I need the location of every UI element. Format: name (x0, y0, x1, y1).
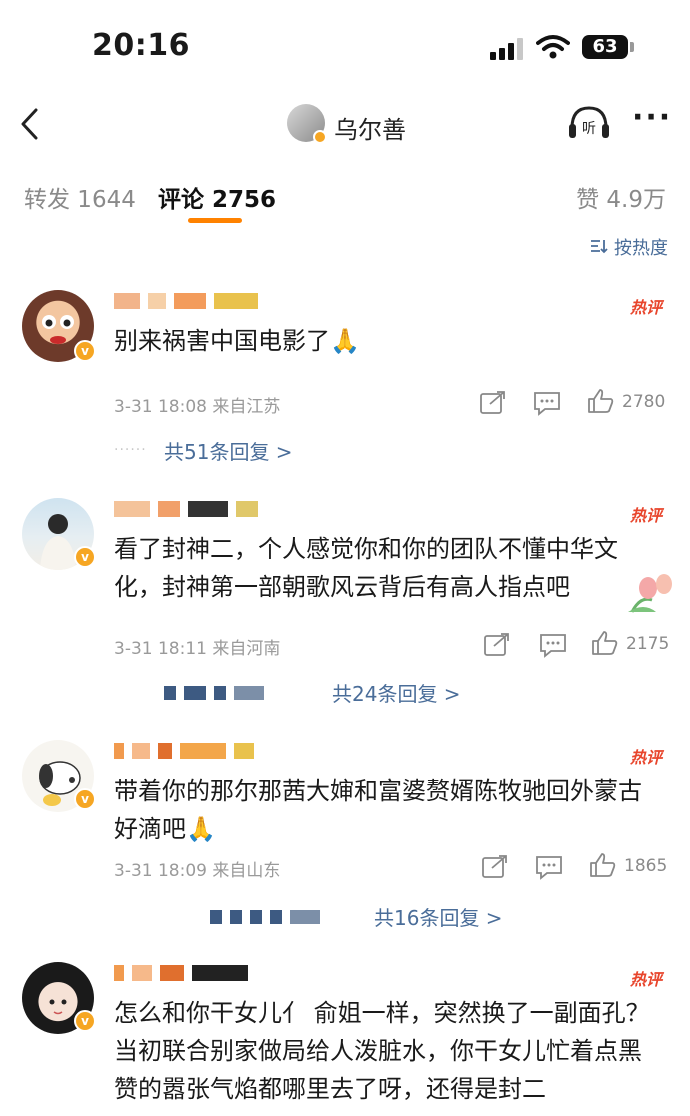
author-name[interactable]: 乌尔善 (334, 110, 406, 145)
comment-meta: 3-31 18:09 来自山东 (114, 856, 280, 881)
sort-button[interactable]: 按热度 (590, 234, 668, 260)
tab-like[interactable]: 赞 4.9万 (576, 180, 666, 214)
hot-comment-badge: 热评 (629, 298, 662, 317)
like-count: 2175 (626, 634, 670, 654)
comment-time: 3-31 18:08 (114, 397, 207, 417)
status-bar: 20:16 63 (0, 0, 690, 96)
author-avatar[interactable] (287, 104, 327, 144)
like-thumb-icon[interactable] (586, 388, 616, 414)
verified-badge-icon: v (74, 1010, 96, 1032)
status-time: 20:16 (92, 28, 190, 63)
comment-time: 3-31 18:09 (114, 861, 207, 881)
reply-separator: ······ (114, 442, 147, 458)
sort-icon (591, 240, 608, 254)
battery-tip (630, 42, 634, 52)
comment-time: 3-31 18:11 (114, 639, 207, 659)
comment-location: 来自江苏 (212, 397, 281, 417)
comment-meta: 3-31 18:08 来自江苏 (114, 392, 280, 417)
listen-headphones-icon[interactable]: 听 (566, 102, 612, 142)
reply-user-avatars-redacted (210, 906, 328, 926)
like-thumb-icon[interactable] (590, 630, 620, 656)
share-icon[interactable] (482, 632, 512, 658)
commenter-nickname-redacted[interactable] (114, 962, 334, 986)
comment-meta: 3-31 18:11 来自河南 (114, 634, 280, 659)
hot-comment-badge: 热评 (629, 748, 662, 767)
back-icon[interactable] (18, 106, 42, 142)
wifi-icon (536, 35, 570, 59)
active-tab-indicator (188, 218, 242, 223)
reply-comment-icon[interactable] (538, 632, 568, 658)
share-icon[interactable] (478, 390, 508, 416)
comment-location: 来自河南 (212, 639, 281, 659)
nav-bar: 乌尔善 听 ··· (0, 96, 690, 154)
like-count: 1865 (624, 856, 668, 876)
comment-text: 看了封神二，个人感觉你和你的团队不懂中华文化，封神第一部朝歌风云背后有高人指点吧 (114, 535, 618, 601)
battery-level: 63 (582, 35, 628, 59)
verified-badge-icon: v (74, 788, 96, 810)
comment-text: 带着你的那尔那茜大婶和富婆赘婿陈牧驰回外蒙古好滴吧🙏 (114, 777, 642, 843)
view-replies-link[interactable]: 共16条回复 > (374, 902, 503, 931)
reply-user-avatars-redacted (164, 682, 272, 702)
share-icon[interactable] (480, 854, 510, 880)
comment-text: 别来祸害中国电影了🙏 (114, 327, 360, 355)
cellular-signal-icon (490, 38, 523, 60)
view-replies-link[interactable]: 共24条回复 > (332, 678, 461, 707)
hot-comment-badge: 热评 (629, 506, 662, 525)
svg-text:听: 听 (582, 121, 596, 137)
verified-badge-icon (313, 130, 327, 144)
tab-repost[interactable]: 转发 1644 (24, 180, 136, 214)
reply-comment-icon[interactable] (532, 390, 562, 416)
commenter-nickname-redacted[interactable] (114, 740, 334, 764)
like-count: 2780 (622, 392, 666, 412)
more-options-icon[interactable]: ··· (632, 103, 672, 138)
tab-comment[interactable]: 评论 2756 (158, 180, 276, 214)
like-thumb-icon[interactable] (588, 852, 618, 878)
hot-comment-badge: 热评 (629, 970, 662, 989)
view-replies-link[interactable]: 共51条回复 > (164, 436, 293, 465)
verified-badge-icon: v (74, 340, 96, 362)
tulip-sticker-icon (628, 574, 672, 613)
verified-badge-icon: v (74, 546, 96, 568)
tab-bar: 转发 1644 评论 2756 赞 4.9万 (0, 170, 690, 230)
reply-comment-icon[interactable] (534, 854, 564, 880)
commenter-nickname-redacted[interactable] (114, 290, 334, 314)
sort-label: 按热度 (614, 238, 668, 259)
comment-location: 来自山东 (212, 861, 281, 881)
comment-text: 怎么和你干女儿亻 俞姐一样，突然换了一副面孔？当初联合别家做局给人泼脏水，你干女… (114, 999, 650, 1103)
commenter-nickname-redacted[interactable] (114, 498, 334, 522)
